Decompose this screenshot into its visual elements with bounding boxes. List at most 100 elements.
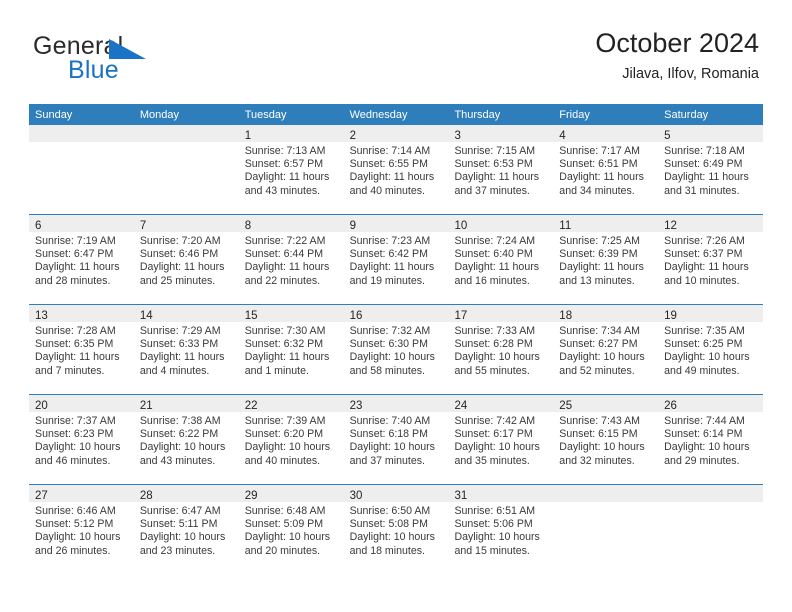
day-daylight-text: Daylight: 10 hours and 18 minutes. — [349, 531, 435, 557]
day-detail-body: Sunrise: 7:42 AM Sunset: 6:17 PM Daylight:… — [448, 412, 553, 468]
calendar-day-cell[interactable]: 1 Sunrise: 7:13 AM Sunset: 6:57 PM Daylight… — [238, 125, 344, 214]
day-number-band: 21 — [133, 395, 239, 412]
day-sunset-text: Sunset: 6:30 PM — [349, 338, 428, 351]
day-daylight-text: Daylight: 10 hours and 35 minutes. — [454, 441, 540, 467]
day-sunrise-text: Sunrise: 7:35 AM — [664, 325, 745, 337]
day-sunset-text: Sunset: 6:17 PM — [454, 428, 533, 441]
calendar-day-cell[interactable]: 31 Sunrise: 6:51 AM Sunset: 5:06 PM Dayligh… — [448, 485, 554, 571]
calendar-day-cell[interactable]: 24 Sunrise: 7:42 AM Sunset: 6:17 PM Dayligh… — [448, 395, 554, 484]
calendar-day-cell[interactable]: 26 Sunrise: 7:44 AM Sunset: 6:14 PM Dayligh… — [658, 395, 764, 484]
day-number: 13 — [35, 310, 48, 322]
general-blue-logo[interactable]: General Blue — [33, 32, 253, 90]
day-number: 18 — [559, 310, 573, 322]
day-number: 1 — [244, 130, 252, 142]
day-daylight-text: Daylight: 11 hours and 25 minutes. — [139, 261, 225, 287]
calendar-day-cell[interactable]: 22 Sunrise: 7:39 AM Sunset: 6:20 PM Dayligh… — [238, 395, 344, 484]
calendar-week-row: 20 Sunrise: 7:37 AM Sunset: 6:23 PM Dayligh… — [29, 394, 764, 484]
calendar-day-cell[interactable]: 5 Sunrise: 7:18 AM Sunset: 6:49 PM Daylight… — [658, 125, 764, 214]
day-sunrise-text: Sunrise: 6:50 AM — [349, 505, 431, 517]
day-number: 14 — [139, 310, 153, 322]
day-detail-body: Sunrise: 7:39 AM Sunset: 6:20 PM Daylight:… — [239, 412, 344, 468]
calendar-day-cell[interactable]: 29 Sunrise: 6:48 AM Sunset: 5:09 PM Dayligh… — [238, 485, 344, 571]
calendar-day-cell[interactable]: 8 Sunrise: 7:22 AM Sunset: 6:44 PM Daylight… — [238, 215, 344, 304]
day-daylight-text: Daylight: 10 hours and 15 minutes. — [454, 531, 540, 557]
day-number-band — [553, 485, 659, 502]
day-number-band: 1 — [238, 125, 344, 142]
day-number: 31 — [454, 490, 468, 502]
calendar-day-cell[interactable]: 18 Sunrise: 7:34 AM Sunset: 6:27 PM Dayligh… — [553, 305, 659, 394]
day-daylight-text: Daylight: 10 hours and 40 minutes. — [244, 441, 331, 467]
calendar-week-row: 27 Sunrise: 6:46 AM Sunset: 5:12 PM Dayligh… — [29, 484, 764, 571]
calendar-day-cell[interactable]: 6 Sunrise: 7:19 AM Sunset: 6:47 PM Daylight… — [29, 215, 134, 304]
day-number: 25 — [559, 400, 573, 412]
calendar-day-cell[interactable]: 4 Sunrise: 7:17 AM Sunset: 6:51 PM Daylight… — [553, 125, 659, 214]
day-sunrise-text: Sunrise: 7:42 AM — [454, 415, 536, 427]
day-sunset-text: Sunset: 6:47 PM — [35, 248, 114, 261]
weekday-header-saturday: Saturday — [664, 109, 709, 121]
calendar-day-cell[interactable]: 19 Sunrise: 7:35 AM Sunset: 6:25 PM Dayligh… — [658, 305, 764, 394]
calendar-day-cell[interactable]: 11 Sunrise: 7:25 AM Sunset: 6:39 PM Dayligh… — [553, 215, 659, 304]
day-daylight-text: Daylight: 11 hours and 28 minutes. — [35, 261, 120, 287]
calendar-day-cell[interactable]: 21 Sunrise: 7:38 AM Sunset: 6:22 PM Dayligh… — [133, 395, 239, 484]
day-sunset-text: Sunset: 6:23 PM — [35, 428, 114, 441]
day-number-band: 23 — [343, 395, 449, 412]
day-number-band: 10 — [448, 215, 554, 232]
day-number-band: 31 — [448, 485, 554, 502]
calendar-day-cell[interactable]: 10 Sunrise: 7:24 AM Sunset: 6:40 PM Dayligh… — [448, 215, 554, 304]
calendar-day-cell[interactable]: 13 Sunrise: 7:28 AM Sunset: 6:35 PM Dayligh… — [29, 305, 134, 394]
day-sunrise-text: Sunrise: 7:28 AM — [35, 325, 116, 337]
day-number-band: 14 — [133, 305, 239, 322]
calendar-day-cell[interactable]: 16 Sunrise: 7:32 AM Sunset: 6:30 PM Dayligh… — [343, 305, 449, 394]
day-sunset-text: Sunset: 6:39 PM — [559, 248, 638, 261]
calendar-day-cell[interactable]: 2 Sunrise: 7:14 AM Sunset: 6:55 PM Daylight… — [343, 125, 449, 214]
day-detail-body: Sunrise: 7:15 AM Sunset: 6:53 PM Daylight:… — [448, 142, 553, 198]
day-number-band: 29 — [238, 485, 344, 502]
calendar-day-cell[interactable]: 15 Sunrise: 7:30 AM Sunset: 6:32 PM Dayligh… — [238, 305, 344, 394]
day-sunset-text: Sunset: 6:20 PM — [244, 428, 324, 441]
day-detail-body: Sunrise: 7:44 AM Sunset: 6:14 PM Daylight:… — [658, 412, 763, 468]
calendar-day-cell[interactable]: 7 Sunrise: 7:20 AM Sunset: 6:46 PM Daylight… — [133, 215, 239, 304]
day-number-band: 26 — [658, 395, 764, 412]
day-number-band: 25 — [553, 395, 659, 412]
calendar-day-cell[interactable]: 3 Sunrise: 7:15 AM Sunset: 6:53 PM Daylight… — [448, 125, 554, 214]
day-sunset-text: Sunset: 6:25 PM — [664, 338, 743, 351]
calendar-day-cell[interactable]: 27 Sunrise: 6:46 AM Sunset: 5:12 PM Dayligh… — [29, 485, 134, 571]
day-daylight-text: Daylight: 11 hours and 37 minutes. — [454, 171, 540, 197]
calendar-day-cell[interactable]: 14 Sunrise: 7:29 AM Sunset: 6:33 PM Dayligh… — [133, 305, 239, 394]
day-detail-body: Sunrise: 6:51 AM Sunset: 5:06 PM Daylight:… — [448, 502, 553, 558]
calendar-day-cell[interactable]: 25 Sunrise: 7:43 AM Sunset: 6:15 PM Dayligh… — [553, 395, 659, 484]
day-detail-body: Sunrise: 7:28 AM Sunset: 6:35 PM Daylight:… — [29, 322, 134, 378]
day-sunrise-text: Sunrise: 7:39 AM — [244, 415, 326, 427]
day-daylight-text: Daylight: 11 hours and 4 minutes. — [139, 351, 225, 377]
day-detail-body: Sunrise: 7:34 AM Sunset: 6:27 PM Daylight:… — [553, 322, 658, 378]
day-detail-body: Sunrise: 7:18 AM Sunset: 6:49 PM Daylight:… — [658, 142, 763, 198]
page-header: General Blue October 2024 Jilava, Ilfov,… — [33, 26, 759, 96]
calendar-day-cell[interactable]: 30 Sunrise: 6:50 AM Sunset: 5:08 PM Dayligh… — [343, 485, 449, 571]
day-number-band — [29, 125, 134, 142]
calendar-day-cell[interactable]: 23 Sunrise: 7:40 AM Sunset: 6:18 PM Dayligh… — [343, 395, 449, 484]
calendar-day-cell[interactable]: 28 Sunrise: 6:47 AM Sunset: 5:11 PM Dayligh… — [133, 485, 239, 571]
day-daylight-text: Daylight: 11 hours and 43 minutes. — [244, 171, 330, 197]
day-number: 7 — [139, 220, 147, 232]
calendar-day-cell[interactable]: 20 Sunrise: 7:37 AM Sunset: 6:23 PM Dayligh… — [29, 395, 134, 484]
day-number-band — [658, 485, 764, 502]
calendar-day-cell[interactable]: 9 Sunrise: 7:23 AM Sunset: 6:42 PM Daylight… — [343, 215, 449, 304]
day-number: 28 — [139, 490, 153, 502]
calendar-week-row: 13 Sunrise: 7:28 AM Sunset: 6:35 PM Dayligh… — [29, 304, 764, 394]
day-detail-body: Sunrise: 7:19 AM Sunset: 6:47 PM Daylight:… — [29, 232, 134, 288]
day-daylight-text: Daylight: 11 hours and 34 minutes. — [559, 171, 644, 197]
day-sunrise-text: Sunrise: 7:44 AM — [664, 415, 745, 427]
day-sunset-text: Sunset: 6:46 PM — [139, 248, 219, 261]
calendar-day-cell[interactable]: 17 Sunrise: 7:33 AM Sunset: 6:28 PM Dayligh… — [448, 305, 554, 394]
day-detail-body: Sunrise: 7:35 AM Sunset: 6:25 PM Daylight:… — [658, 322, 763, 378]
day-detail-body — [134, 142, 239, 145]
day-sunset-text: Sunset: 6:40 PM — [454, 248, 533, 261]
day-sunset-text: Sunset: 6:51 PM — [559, 158, 638, 171]
day-daylight-text: Daylight: 10 hours and 23 minutes. — [139, 531, 226, 557]
day-detail-body: Sunrise: 7:33 AM Sunset: 6:28 PM Daylight:… — [448, 322, 553, 378]
day-number: 15 — [244, 310, 258, 322]
day-number-band: 4 — [553, 125, 659, 142]
day-detail-body — [553, 502, 658, 505]
day-number-band: 8 — [238, 215, 344, 232]
calendar-day-cell[interactable]: 12 Sunrise: 7:26 AM Sunset: 6:37 PM Dayligh… — [658, 215, 764, 304]
